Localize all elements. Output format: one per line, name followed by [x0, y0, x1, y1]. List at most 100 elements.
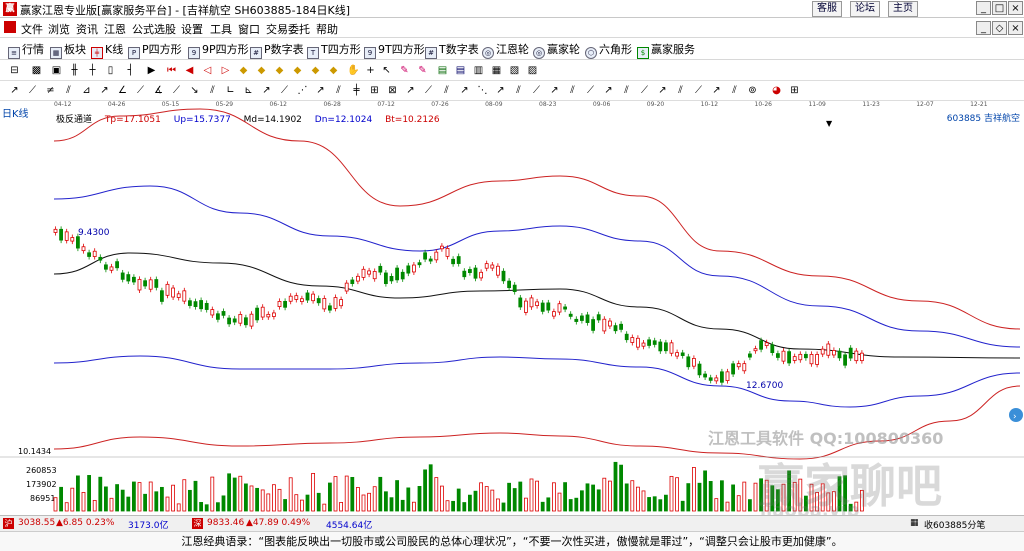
line-tool-icon[interactable]: ⟋ — [422, 84, 435, 97]
hand-icon[interactable]: ✋ — [347, 64, 360, 77]
line-tool-icon[interactable]: ⟋ — [530, 84, 543, 97]
line-tool-icon[interactable]: ⟋ — [584, 84, 597, 97]
line-tool-icon[interactable]: ⊾ — [242, 84, 255, 97]
line-tool-icon[interactable]: ↗ — [602, 84, 615, 97]
menu-file[interactable]: 文件 — [21, 21, 43, 37]
layout-icon[interactable]: ▨ — [526, 64, 539, 77]
line-tool-icon[interactable]: ⫽ — [332, 84, 345, 97]
customer-service-link[interactable]: 客服 — [812, 1, 842, 17]
toolbar-p-square-button[interactable]: P P四方形 — [128, 42, 182, 59]
line-tool-icon[interactable]: ↗ — [548, 84, 561, 97]
menu-window[interactable]: 窗口 — [238, 21, 260, 37]
draw-bar-icon[interactable]: ┼ — [86, 64, 99, 77]
line-tool-icon[interactable]: ≠ — [44, 84, 57, 97]
arrow-icon[interactable]: ↖ — [380, 64, 393, 77]
toolbar-kline-button[interactable]: ╪ K线 — [91, 42, 123, 59]
menu-browse[interactable]: 浏览 — [48, 21, 70, 37]
line-tool-icon[interactable]: ⟋ — [170, 84, 183, 97]
maximize-button[interactable]: □ — [992, 1, 1007, 15]
child-close-button[interactable]: × — [1008, 21, 1023, 35]
draw-kline-icon[interactable]: ╫ — [68, 64, 81, 77]
line-tool-icon[interactable]: ⊿ — [80, 84, 93, 97]
draw-grid-icon[interactable]: ▩ — [30, 64, 43, 77]
line-tool-icon[interactable]: ↗ — [458, 84, 471, 97]
line-tool-icon[interactable]: ↗ — [98, 84, 111, 97]
tick-data-icon[interactable]: ▦ — [910, 518, 919, 528]
line-tool-icon[interactable]: ⟋ — [26, 84, 39, 97]
minimize-button[interactable]: _ — [976, 1, 991, 15]
menu-formula-stock[interactable]: 公式选股 — [132, 21, 176, 37]
menu-settings[interactable]: 设置 — [181, 21, 203, 37]
menu-gann[interactable]: 江恩 — [104, 21, 126, 37]
toolbar-9t-square-button[interactable]: 9 9T四方形 — [364, 42, 425, 59]
tick-data-label[interactable]: 收603885分笔 — [924, 518, 985, 531]
table-icon[interactable]: ▦ — [490, 64, 503, 77]
line-tool-icon[interactable]: ⫽ — [206, 84, 219, 97]
line-tool-icon[interactable]: ⫽ — [674, 84, 687, 97]
save-icon[interactable]: ▤ — [454, 64, 467, 77]
line-tool-icon[interactable]: ↗ — [710, 84, 723, 97]
line-tool-icon[interactable]: ⟋ — [278, 84, 291, 97]
toolbar-t-table-button[interactable]: # T数字表 — [425, 42, 479, 59]
line-tool-icon[interactable]: ⫽ — [728, 84, 741, 97]
line-tool-icon[interactable]: ↗ — [656, 84, 669, 97]
line-tool-icon[interactable]: ⫽ — [62, 84, 75, 97]
next-icon[interactable]: ▷ — [219, 64, 232, 77]
draw-line-icon[interactable]: ┤ — [124, 64, 137, 77]
toolbar-gann-wheel-button[interactable]: ◎ 江恩轮 — [482, 42, 529, 59]
diamond-icon[interactable]: ◆ — [291, 64, 304, 77]
forum-link[interactable]: 论坛 — [850, 1, 880, 17]
prev-icon[interactable]: ◀ — [183, 64, 196, 77]
toolbar-sector-button[interactable]: ▦ 板块 — [50, 42, 86, 59]
draw-box-icon[interactable]: ▣ — [50, 64, 63, 77]
line-tool-icon[interactable]: ⊚ — [746, 84, 759, 97]
toolbar-t-square-button[interactable]: T T四方形 — [307, 42, 361, 59]
line-tool-icon[interactable]: ↗ — [404, 84, 417, 97]
close-button[interactable]: × — [1008, 1, 1023, 15]
line-tool-icon[interactable]: ↗ — [314, 84, 327, 97]
grid-toggle-icon[interactable]: ⊞ — [788, 84, 801, 97]
toolbar-9p-square-button[interactable]: 9 9P四方形 — [188, 42, 249, 59]
homepage-link[interactable]: 主页 — [888, 1, 918, 17]
line-tool-icon[interactable]: ⊞ — [368, 84, 381, 97]
toolbar-winner-wheel-button[interactable]: ◎ 赢家轮 — [533, 42, 580, 59]
diamond-icon[interactable]: ◆ — [237, 64, 250, 77]
line-tool-icon[interactable]: ⊠ — [386, 84, 399, 97]
line-tool-icon[interactable]: ↗ — [494, 84, 507, 97]
color-wheel-icon[interactable]: ◕ — [770, 84, 783, 97]
diamond-icon[interactable]: ◆ — [273, 64, 286, 77]
line-tool-icon[interactable]: ⟋ — [692, 84, 705, 97]
layout-icon[interactable]: ▧ — [508, 64, 521, 77]
back-icon[interactable]: ◁ — [201, 64, 214, 77]
child-minimize-button[interactable]: _ — [976, 21, 991, 35]
line-tool-icon[interactable]: ⫽ — [512, 84, 525, 97]
line-tool-icon[interactable]: ∠ — [116, 84, 129, 97]
print-icon[interactable]: ▥ — [472, 64, 485, 77]
line-tool-icon[interactable]: ⫽ — [620, 84, 633, 97]
line-tool-icon[interactable]: ↘ — [188, 84, 201, 97]
line-tool-icon[interactable]: ⋰ — [296, 84, 309, 97]
line-tool-icon[interactable]: ⫽ — [440, 84, 453, 97]
draw-tool-icon[interactable]: ✎ — [416, 64, 429, 77]
draw-candle-icon[interactable]: ▯ — [104, 64, 117, 77]
menu-info[interactable]: 资讯 — [76, 21, 98, 37]
line-tool-icon[interactable]: ⋱ — [476, 84, 489, 97]
toolbar-hexagon-button[interactable]: ⬡ 六角形 — [585, 42, 632, 59]
menu-help[interactable]: 帮助 — [316, 21, 338, 37]
draw-tool-icon[interactable]: ✎ — [398, 64, 411, 77]
period-dropdown-icon[interactable]: ⊟ — [8, 64, 21, 77]
kline-chart[interactable]: 9.4300 12.6700 10.1434 260853 173902 869… — [0, 101, 1024, 515]
toolbar-service-button[interactable]: $ 赢家服务 — [637, 42, 695, 59]
child-restore-button[interactable]: ◇ — [992, 21, 1007, 35]
line-tool-icon[interactable]: ╪ — [350, 84, 363, 97]
draw-flag-icon[interactable]: ▶ — [145, 64, 158, 77]
diamond-icon[interactable]: ◆ — [309, 64, 322, 77]
line-tool-icon[interactable]: ↗ — [260, 84, 273, 97]
line-tool-icon[interactable]: ∡ — [152, 84, 165, 97]
toolbar-p-table-button[interactable]: # P数字表 — [250, 42, 304, 59]
menu-trade[interactable]: 交易委托 — [266, 21, 310, 37]
line-tool-icon[interactable]: ⟋ — [638, 84, 651, 97]
diamond-icon[interactable]: ◆ — [327, 64, 340, 77]
line-tool-icon[interactable]: ∟ — [224, 84, 237, 97]
menu-tools[interactable]: 工具 — [210, 21, 232, 37]
